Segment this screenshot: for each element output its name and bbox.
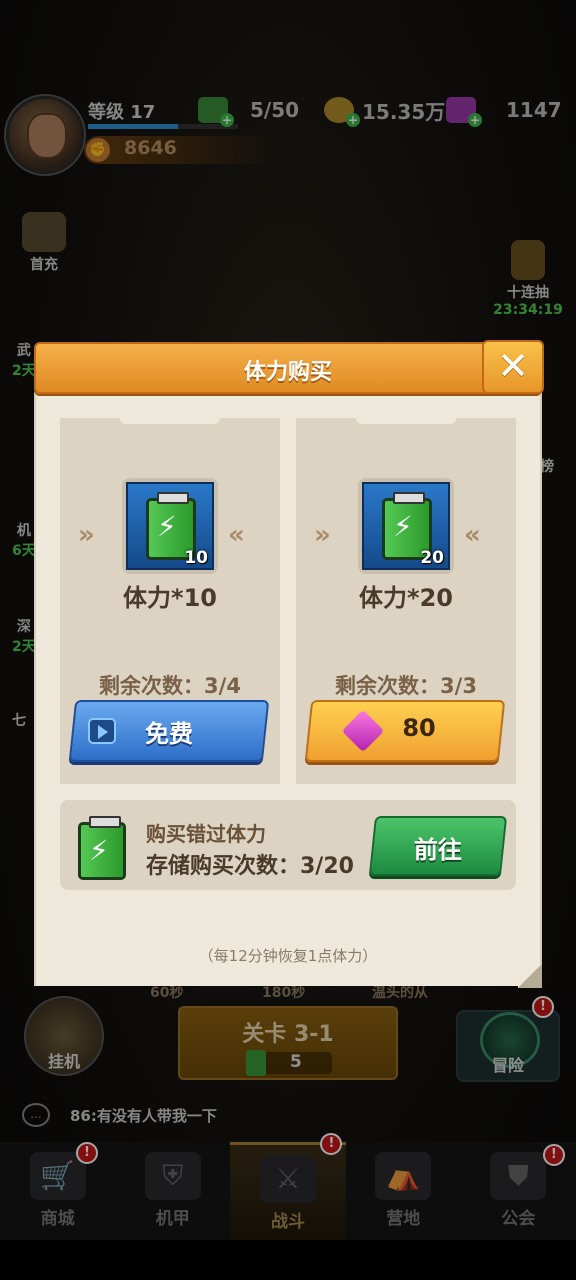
gem-icon: [344, 714, 384, 748]
go-button[interactable]: 前往: [368, 816, 508, 876]
stamina-item: ⚡ 20: [362, 482, 450, 570]
stamina-offer-20: » « ⚡ 20 体力*20 剩余次数：3/3 80: [296, 418, 516, 784]
missed-stamina-label: 购买错过体力: [146, 822, 266, 846]
stamina-item: ⚡ 10: [126, 482, 214, 570]
game-screen: 等级 17 ✊ 8646 + 5/50 + 15.35万 + 1147 首充 十…: [0, 0, 576, 1280]
stored-stamina-row: ⚡ 购买错过体力 存储购买次数：3/20 前往: [60, 800, 516, 890]
recovery-note: （每12分钟恢复1点体力）: [198, 947, 378, 965]
battery-icon: ⚡: [78, 816, 126, 880]
stored-count: 存储购买次数：3/20: [146, 854, 354, 879]
arrow-left-icon: «: [464, 520, 481, 550]
dialog-title: 体力购买: [243, 360, 332, 385]
close-button[interactable]: ✕: [482, 340, 544, 394]
arrow-right-icon: »: [314, 520, 331, 550]
remaining-count: 剩余次数：3/3: [335, 674, 477, 698]
free-button[interactable]: 免费: [68, 700, 270, 762]
stamina-offer-10: » « ⚡ 10 体力*10 剩余次数：3/4 免费: [60, 418, 280, 784]
stamina-purchase-dialog: 体力购买 ✕ » « ⚡ 10 体力*10 剩余次数：3/4 免费 » « ⚡ …: [34, 340, 544, 988]
item-frame[interactable]: ⚡ 20: [358, 478, 454, 574]
offer-name: 体力*10: [123, 584, 217, 612]
arrow-left-icon: «: [228, 520, 245, 550]
arrow-right-icon: »: [78, 520, 95, 550]
stored-battery: ⚡: [74, 814, 132, 880]
item-frame[interactable]: ⚡ 10: [122, 478, 218, 574]
offer-name: 体力*20: [359, 584, 453, 612]
dialog-header: 体力购买: [34, 342, 542, 394]
remaining-count: 剩余次数：3/4: [99, 674, 241, 698]
gem-purchase-button[interactable]: 80: [304, 700, 506, 762]
